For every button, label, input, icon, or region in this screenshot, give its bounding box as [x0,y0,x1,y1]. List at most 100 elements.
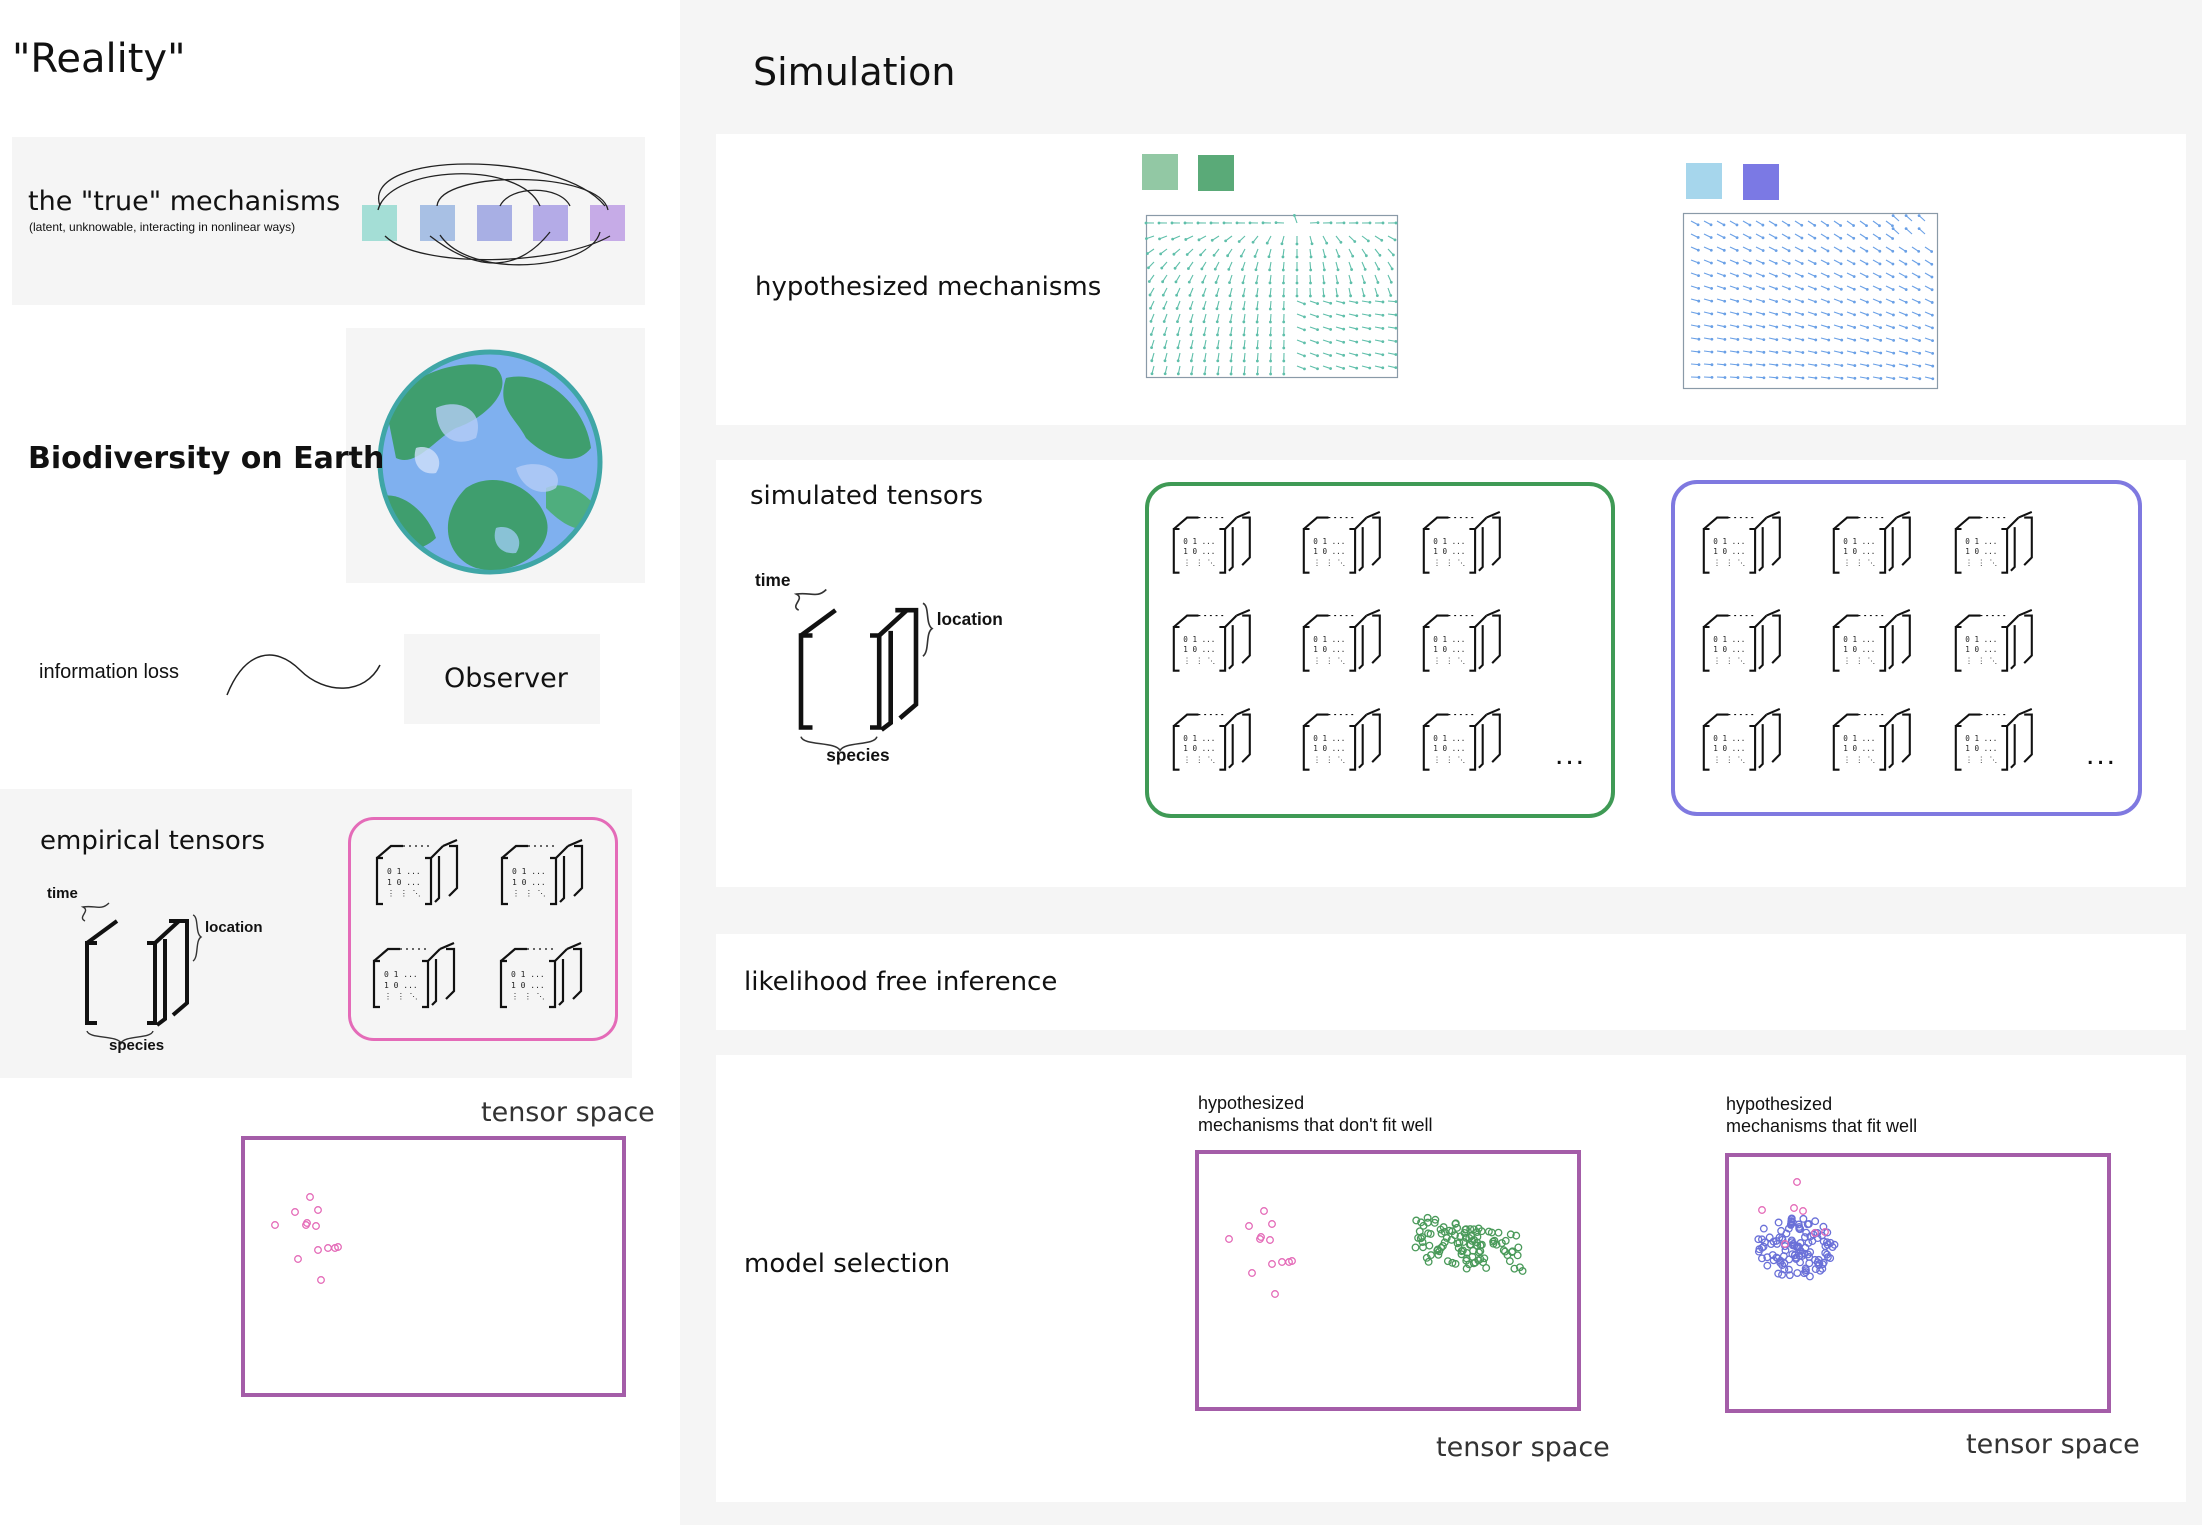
vector-arrow-head [1336,268,1340,272]
vector-arrow-head [1242,359,1246,363]
vector-arrow-head [1891,300,1895,304]
vector-arrow-head [1852,275,1856,278]
vector-arrow-head [1710,261,1713,265]
vector-arrow-head [1295,255,1299,259]
vector-arrow-head [1853,313,1856,317]
tensor-matrix-row: 0 1 ... [1713,536,1746,546]
tensor-glyph: 0 1 ... 1 0 ... ⋮ ⋮ ⋱ [1420,608,1511,676]
vector-arrow-head [1826,236,1830,240]
tensor-matrix-row: 0 1 ... [512,867,546,876]
tensor-matrix-row: 1 0 ... [1313,547,1346,557]
vector-arrow-head [1282,307,1286,311]
vector-field-2 [1682,212,1939,390]
vector-arrow-head [1255,359,1259,363]
vector-arrow-head [1229,359,1233,363]
vector-arrow-head [1722,223,1726,227]
empirical-title: empirical tensors [40,826,266,856]
tensor-glyph: 0 1 ... 1 0 ... ⋮ ⋮ ⋱ [1830,510,1921,578]
vector-arrow-head [1176,346,1180,350]
vector-arrow-head [1878,262,1882,266]
vector-arrow-head [1723,312,1727,316]
vector-arrow-head [1749,363,1753,367]
tensor-matrix-row: 1 0 ... [512,878,546,887]
vector-arrow-head [1150,359,1154,363]
vector-arrow-head [1840,351,1844,355]
plot2-caption-line2: mechanisms that fit well [1726,1116,1918,1136]
vector-arrow-head [1761,261,1765,265]
vector-arrow-head [1709,248,1713,252]
vector-arrow-head [1736,274,1739,278]
vector-arrow-head [1355,353,1359,357]
tensor-glyph: 0 1 ... 1 0 ... ⋮ ⋮ ⋱ [497,941,593,1013]
vector-arrow-head [1748,223,1752,227]
tensor-matrix-row: ⋮ ⋮ ⋱ [1843,557,1876,567]
vector-arrow-head [1368,314,1372,317]
tensor-space-label-1: tensor space [1436,1432,1610,1463]
vector-arrow-head [1697,375,1701,379]
tensor-matrix-row: 0 1 ... [1433,634,1466,644]
vector-arrow-head [1368,327,1372,331]
vector-arrow-head [1394,353,1398,356]
vector-arrow-head [1762,325,1766,329]
vector-arrow-head [1735,261,1739,265]
tensor-matrix-row: ⋮ ⋮ ⋱ [1183,754,1216,764]
vector-arrow-head [1749,350,1753,354]
vector-arrow-head [1696,248,1700,252]
vector-arrow-head [1242,346,1246,350]
vector-arrow-head [1228,281,1231,285]
vector-arrow-head [1226,254,1230,258]
tensor-matrix-row: ⋮ ⋮ ⋱ [1965,754,1998,764]
vector-arrow-head [1381,327,1385,330]
vector-arrow-head [1865,300,1869,304]
vector-arrow-head [1351,254,1355,258]
vector-arrow-head [1813,236,1817,240]
vector-arrow-head [1269,346,1272,350]
vector-arrow-head [1161,293,1165,297]
vector-arrow-head [1329,328,1333,331]
vector-arrow-head [1930,250,1934,253]
vector-arrow-head [1196,221,1200,225]
vector-arrow-head [1800,274,1804,278]
vector-arrow-head [1216,372,1220,376]
vector-arrow-head [1309,268,1313,272]
vector-arrow-head [1905,377,1909,381]
vector-arrow-head [1342,366,1346,370]
vector-arrow-head [1242,333,1246,337]
vector-arrow-head [1255,307,1259,311]
vector-arrow-head [1866,376,1870,380]
vector-arrow-head [1775,338,1779,342]
vector-arrow-head [1904,275,1908,279]
vector-arrow-head [1295,294,1299,298]
tensor-matrix-row: 0 1 ... [1433,536,1466,546]
model-selection-label: model selection [744,1249,951,1279]
tensor-glyph: 0 1 ... 1 0 ... ⋮ ⋮ ⋱ [1952,608,2043,676]
vector-arrow-head [1788,287,1791,291]
tensor-matrix-text: 0 1 ... 1 0 ... ⋮ ⋮ ⋱ [1313,537,1345,568]
vector-arrow-head [1394,326,1398,330]
vector-arrow-head [1170,221,1174,225]
vector-arrow-head [1735,249,1739,252]
tensor-matrix-row: ⋮ ⋮ ⋱ [511,992,545,1001]
vector-arrow-head [1892,377,1896,380]
vector-arrow-head [1827,313,1830,316]
tensor-matrix-row: 1 0 ... [511,981,545,990]
vector-arrow-head [1216,359,1220,363]
vector-arrow-head [1826,262,1830,266]
vector-arrow-head [1697,274,1700,278]
vector-arrow-head [1722,248,1726,252]
vector-arrow-head [1210,238,1214,242]
vector-arrow-head [1775,325,1779,329]
vector-arrow-head [1173,266,1177,270]
vector-arrow-head [1229,320,1232,324]
vector-arrow-head [1710,363,1714,367]
vector-arrow-head [1381,313,1385,317]
vector-arrow-head [1775,287,1778,291]
vector-arrow-head [1710,312,1714,316]
vector-arrow-head [1891,224,1894,228]
tensor-glyph: 0 1 ... 1 0 ... ⋮ ⋮ ⋱ [1300,510,1391,578]
tensor-matrix-row: ⋮ ⋮ ⋱ [1313,655,1346,665]
tensor-glyph: 0 1 ... 1 0 ... ⋮ ⋮ ⋱ [1700,510,1791,578]
vector-arrow-head [1762,312,1766,316]
vector-arrow-head [1176,372,1180,376]
vector-arrow-head [1736,350,1740,354]
